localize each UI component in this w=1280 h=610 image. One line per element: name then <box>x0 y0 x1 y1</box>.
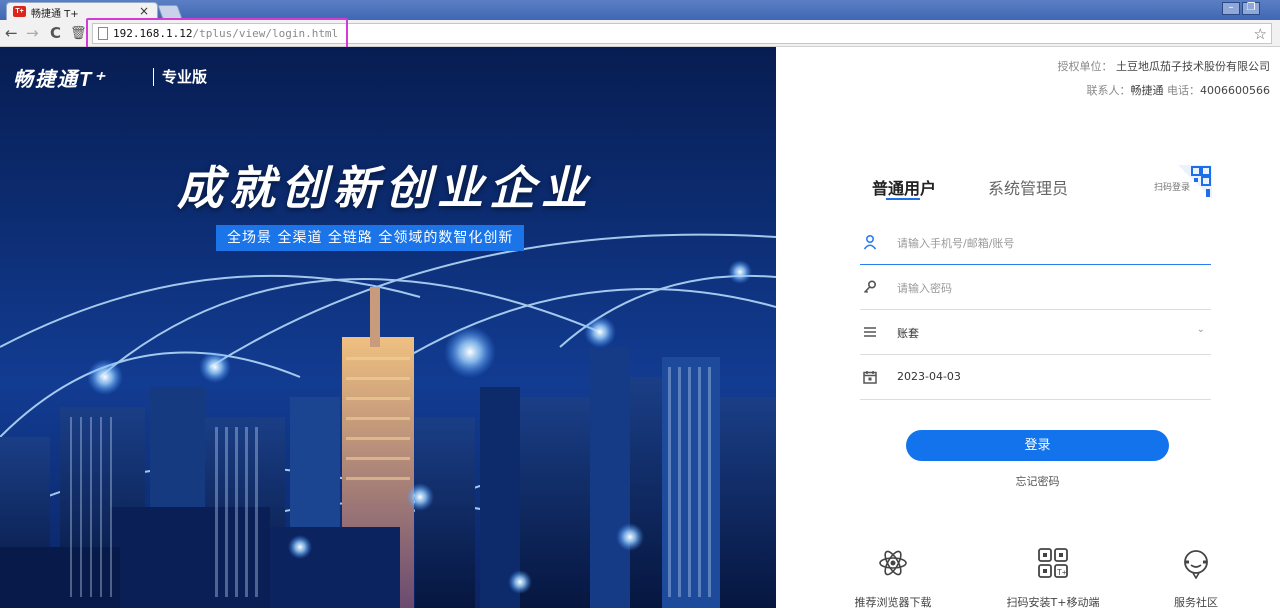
chevron-down-icon[interactable]: ⌄ <box>1197 324 1205 335</box>
account-input[interactable]: 请输入手机号/邮箱/账号 <box>897 235 1014 251</box>
brand-divider <box>153 68 154 86</box>
atom-icon <box>879 550 907 576</box>
city-skyline-image <box>0 47 776 608</box>
minimize-button[interactable]: – <box>1222 2 1240 15</box>
contact-info: 联系人：畅捷通 电话：4006600566 <box>1087 82 1271 98</box>
delete-icon[interactable]: 🗑 <box>70 26 87 41</box>
tab-title: 畅捷通 T+ <box>31 9 79 20</box>
community-link[interactable]: 服务社区 <box>1136 547 1256 610</box>
tplus-favicon-icon: T+ <box>13 6 26 17</box>
tab-system-admin[interactable]: 系统管理员 <box>988 175 1068 199</box>
svg-text:T+: T+ <box>1057 568 1067 577</box>
menu-lines-icon <box>864 327 876 337</box>
browser-download-link[interactable]: 推荐浏览器下载 <box>833 547 953 610</box>
license-label: 授权单位： <box>1057 60 1113 73</box>
restore-button[interactable]: ❐ <box>1242 2 1260 15</box>
browser-titlebar: T+ 畅捷通 T+ × – ❐ <box>0 0 1280 20</box>
forward-icon[interactable]: → <box>26 24 39 42</box>
reload-icon[interactable]: C <box>50 24 61 42</box>
banner-headline: 成就创新创业企业 <box>177 161 593 215</box>
new-tab-button[interactable] <box>157 5 183 19</box>
license-value: 土豆地瓜茄子技术股份有限公司 <box>1116 60 1270 73</box>
set-of-books-value: 账套 <box>897 327 919 340</box>
tab-normal-user[interactable]: 普通用户 <box>872 175 936 199</box>
back-icon[interactable]: ← <box>5 24 18 42</box>
phone-value: 4006600566 <box>1200 84 1270 97</box>
contact-value: 畅捷通 <box>1130 84 1164 97</box>
login-panel: 授权单位： 土豆地瓜茄子技术股份有限公司 联系人：畅捷通 电话：40066005… <box>776 47 1280 610</box>
banner-subline: 全场景 全渠道 全链路 全领域的数智化创新 <box>216 225 525 251</box>
forgot-password-link[interactable]: 忘记密码 <box>906 473 1169 489</box>
license-info: 授权单位： 土豆地瓜茄子技术股份有限公司 <box>1058 58 1271 74</box>
promo-banner: 畅捷通T⁺ 专业版 成就创新创业企业 全场景 全渠道 全链路 全领域的数智化创新 <box>0 47 776 608</box>
active-tab-indicator <box>886 198 920 200</box>
date-value[interactable]: 2023-04-03 <box>897 370 961 383</box>
login-button[interactable]: 登录 <box>906 430 1169 461</box>
key-icon <box>863 280 877 294</box>
calendar-icon <box>863 371 877 384</box>
qr-login-icon[interactable] <box>1178 165 1212 199</box>
phone-label: 电话： <box>1167 84 1200 97</box>
set-of-books-select[interactable]: 账套 ⌄ <box>860 310 1211 355</box>
password-input[interactable]: 请输入密码 <box>897 280 952 296</box>
contact-label: 联系人： <box>1086 84 1131 97</box>
qr-code-icon: T+ <box>1038 548 1068 578</box>
mobile-install-link[interactable]: T+ 扫码安装T+移动端 <box>993 547 1113 610</box>
bookmark-star-icon[interactable]: ☆ <box>1254 25 1267 43</box>
date-field[interactable]: 2023-04-03 <box>860 355 1211 400</box>
account-field[interactable]: 请输入手机号/邮箱/账号 <box>860 220 1211 265</box>
tab-close-button[interactable]: × <box>139 4 149 18</box>
brand-logo: 畅捷通T⁺ <box>13 69 106 91</box>
brand-edition: 专业版 <box>162 68 208 86</box>
user-icon <box>863 234 877 250</box>
password-field[interactable]: 请输入密码 <box>860 265 1211 310</box>
headset-icon <box>1184 550 1208 580</box>
